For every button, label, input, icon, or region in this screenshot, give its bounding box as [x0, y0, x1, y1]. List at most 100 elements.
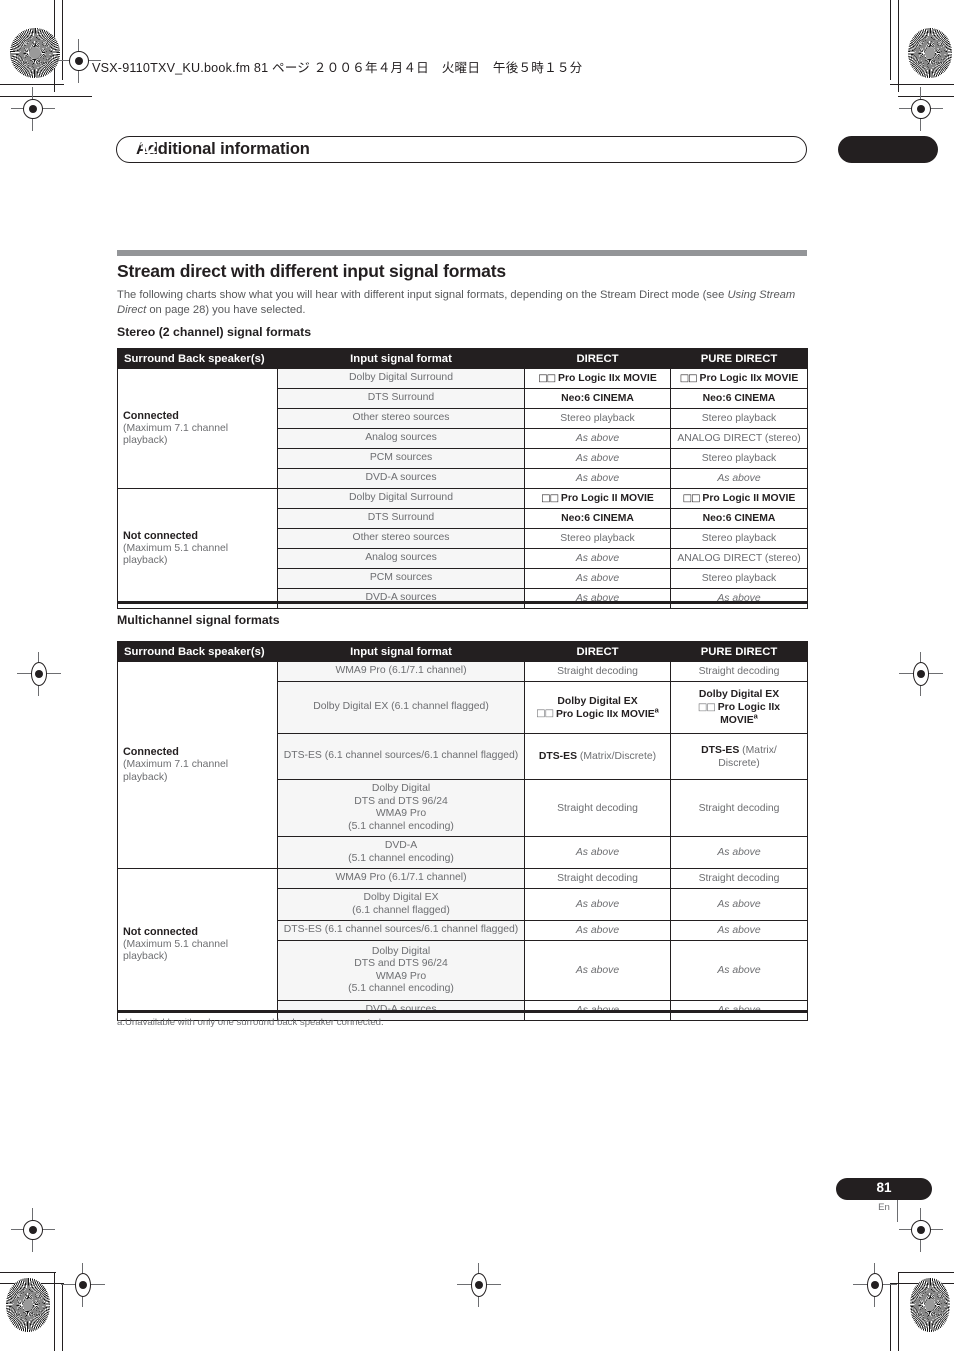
registration-mark-top-left [57, 39, 101, 83]
input-signal-format-cell: Dolby Digital DTS and DTS 96/24 WMA9 Pro (5… [277, 940, 525, 1001]
registration-starburst-bottom-right [910, 1278, 950, 1332]
pure-direct-mode-cell: Stereo playback [670, 528, 808, 549]
direct-mode-cell: Straight decoding [524, 779, 671, 837]
subheading-stereo: Stereo (2 channel) signal formats [117, 325, 312, 339]
direct-mode-cell: As above [524, 888, 671, 921]
dolby-double-d-icon: □□ [697, 701, 716, 713]
dolby-double-d-icon: □□ [682, 492, 701, 504]
direct-mode-cell: Neo:6 CINEMA [524, 388, 671, 409]
speaker-group-name: Connected [123, 746, 179, 758]
input-signal-format-cell: DTS Surround [277, 388, 525, 409]
dolby-double-d-icon: □□ [536, 708, 554, 719]
pure-direct-mode-cell: As above [670, 588, 808, 609]
column-header-speakers: Surround Back speaker(s) [117, 348, 278, 369]
input-signal-format-cell: PCM sources [277, 448, 525, 469]
speaker-group-detail-line2: playback) [123, 951, 168, 962]
multichannel-signal-format-table: Surround Back speaker(s) Input signal fo… [117, 641, 808, 1021]
direct-mode-cell: Stereo playback [524, 408, 671, 429]
stereo-signal-format-table: Surround Back speaker(s) Input signal fo… [117, 348, 808, 609]
pure-direct-mode-cell: Dolby Digital EX □□ Pro Logic IIx MOVIEa [670, 681, 808, 734]
speaker-group-detail-line1: (Maximum 7.1 channel [123, 422, 229, 434]
pure-direct-mode-cell: ANALOG DIRECT (stereo) [670, 428, 808, 449]
dolby-double-d-icon: □□ [541, 492, 559, 504]
table-row: Connected (Maximum 7.1 channel playback) Do… [117, 368, 808, 489]
footnote-a: a.Unavailable with only one surround bac… [117, 1017, 384, 1028]
speaker-group-detail-line2: playback) [123, 435, 168, 446]
input-signal-format-cell: DTS-ES (6.1 channel sources/6.1 channel … [277, 733, 525, 780]
input-signal-format-cell: DVD-A sources [277, 588, 525, 609]
direct-mode-cell: As above [524, 448, 671, 469]
subheading-multichannel: Multichannel signal formats [117, 613, 280, 627]
column-header-direct: DIRECT [524, 641, 671, 662]
pure-direct-mode-cell: As above [670, 836, 808, 869]
speaker-group-name: Connected [123, 409, 179, 422]
input-signal-format-cell: DVD-A (5.1 channel encoding) [277, 836, 525, 869]
pure-direct-mode-cell: Straight decoding [670, 868, 808, 889]
crop-rule-bottom-right-h [898, 1272, 954, 1274]
registration-mark-bottom-strip-right [853, 1263, 897, 1307]
speaker-group-name: Not connected [123, 925, 198, 938]
pure-direct-mode-cell: Stereo playback [670, 408, 808, 429]
direct-mode-cell: As above [524, 568, 671, 589]
direct-mode-cell: As above [524, 940, 671, 1001]
crop-rule-top-right-h2 [890, 84, 954, 86]
column-header-input-format: Input signal format [277, 348, 525, 369]
direct-mode-cell: Straight decoding [524, 868, 671, 889]
registration-mark-top-right [899, 87, 943, 131]
column-header-pure-direct: PURE DIRECT [670, 348, 808, 369]
registration-mark-top-inner-left [11, 87, 55, 131]
pure-direct-mode-cell: □□ Pro Logic IIx MOVIE [670, 368, 808, 389]
pure-direct-mode-cell: Neo:6 CINEMA [670, 508, 808, 529]
crop-rule-top-left-h2 [0, 84, 64, 86]
direct-mode-cell: DTS-ES (Matrix/Discrete) [524, 733, 671, 780]
speaker-group-detail-line1: (Maximum 7.1 channel [123, 759, 229, 770]
input-signal-format-cell: Analog sources [277, 428, 525, 449]
column-header-speakers: Surround Back speaker(s) [117, 641, 278, 662]
registration-mark-bottom-strip-center [457, 1263, 501, 1307]
registration-starburst-bottom-left [6, 1278, 50, 1332]
crop-rule-top-right-v [898, 0, 900, 92]
direct-mode-cell: As above [524, 548, 671, 569]
crop-rule-top-left-h [0, 96, 92, 98]
intro-text-part1: The following charts show what you will … [117, 289, 728, 301]
pure-direct-mode-cell: □□ Pro Logic II MOVIE [670, 488, 808, 509]
direct-mode-cell: □□ Pro Logic IIx MOVIE [524, 368, 671, 389]
dolby-double-d-icon: □□ [679, 372, 698, 384]
page-language-code: En [878, 1202, 890, 1213]
registration-mark-mid-right [899, 652, 943, 696]
direct-mode-cell: As above [524, 588, 671, 609]
speaker-group-detail-line2: playback) [123, 771, 168, 783]
speaker-group-detail-line2: playback) [123, 555, 168, 566]
column-header-input-format: Input signal format [277, 641, 525, 662]
column-header-pure-direct: PURE DIRECT [670, 641, 808, 662]
section-heading: Stream direct with different input signa… [117, 261, 506, 281]
input-signal-format-cell: Analog sources [277, 548, 525, 569]
table-row: Not connected (Maximum 5.1 channel playbac… [117, 488, 808, 609]
input-signal-format-cell: Dolby Digital Surround [277, 488, 525, 509]
direct-mode-cell: Neo:6 CINEMA [524, 508, 671, 529]
input-signal-format-cell: DTS-ES (6.1 channel sources/6.1 channel … [277, 920, 525, 941]
section-rule [117, 250, 807, 256]
speaker-group-not-connected: Not connected (Maximum 5.1 channel playbac… [117, 868, 278, 1021]
crop-rule-bottom-left-h [0, 1272, 56, 1274]
stereo-table-bottom-rule [117, 601, 807, 604]
speaker-group-name: Not connected [123, 529, 198, 542]
pure-direct-mode-cell: As above [670, 920, 808, 941]
pure-direct-mode-cell: Straight decoding [670, 779, 808, 837]
direct-mode-cell: Dolby Digital EX □□ Pro Logic IIx MOVIEa [524, 681, 671, 734]
pure-direct-mode-cell: As above [670, 888, 808, 921]
pure-direct-mode-cell: DTS-ES (Matrix/Discrete) [670, 733, 808, 780]
column-header-direct: DIRECT [524, 348, 671, 369]
speaker-group-detail-line1: (Maximum 5.1 channel [123, 938, 229, 950]
speaker-group-detail-line1: (Maximum 5.1 channel [123, 542, 229, 554]
direct-mode-cell: As above [524, 428, 671, 449]
pure-direct-mode-cell: As above [670, 468, 808, 489]
input-signal-format-cell: Dolby Digital EX (6.1 channel flagged) [277, 888, 525, 921]
registration-starburst-top-left [10, 28, 60, 78]
print-filename-header: VSX-9110TXV_KU.book.fm 81 ページ ２００６年４月４日 … [92, 61, 583, 75]
input-signal-format-cell: Other stereo sources [277, 408, 525, 429]
crop-rule-bottom-right-v2 [890, 1283, 892, 1351]
input-signal-format-cell: Dolby Digital Surround [277, 368, 525, 389]
direct-mode-cell: Stereo playback [524, 528, 671, 549]
page-number: 81 [876, 1180, 892, 1195]
